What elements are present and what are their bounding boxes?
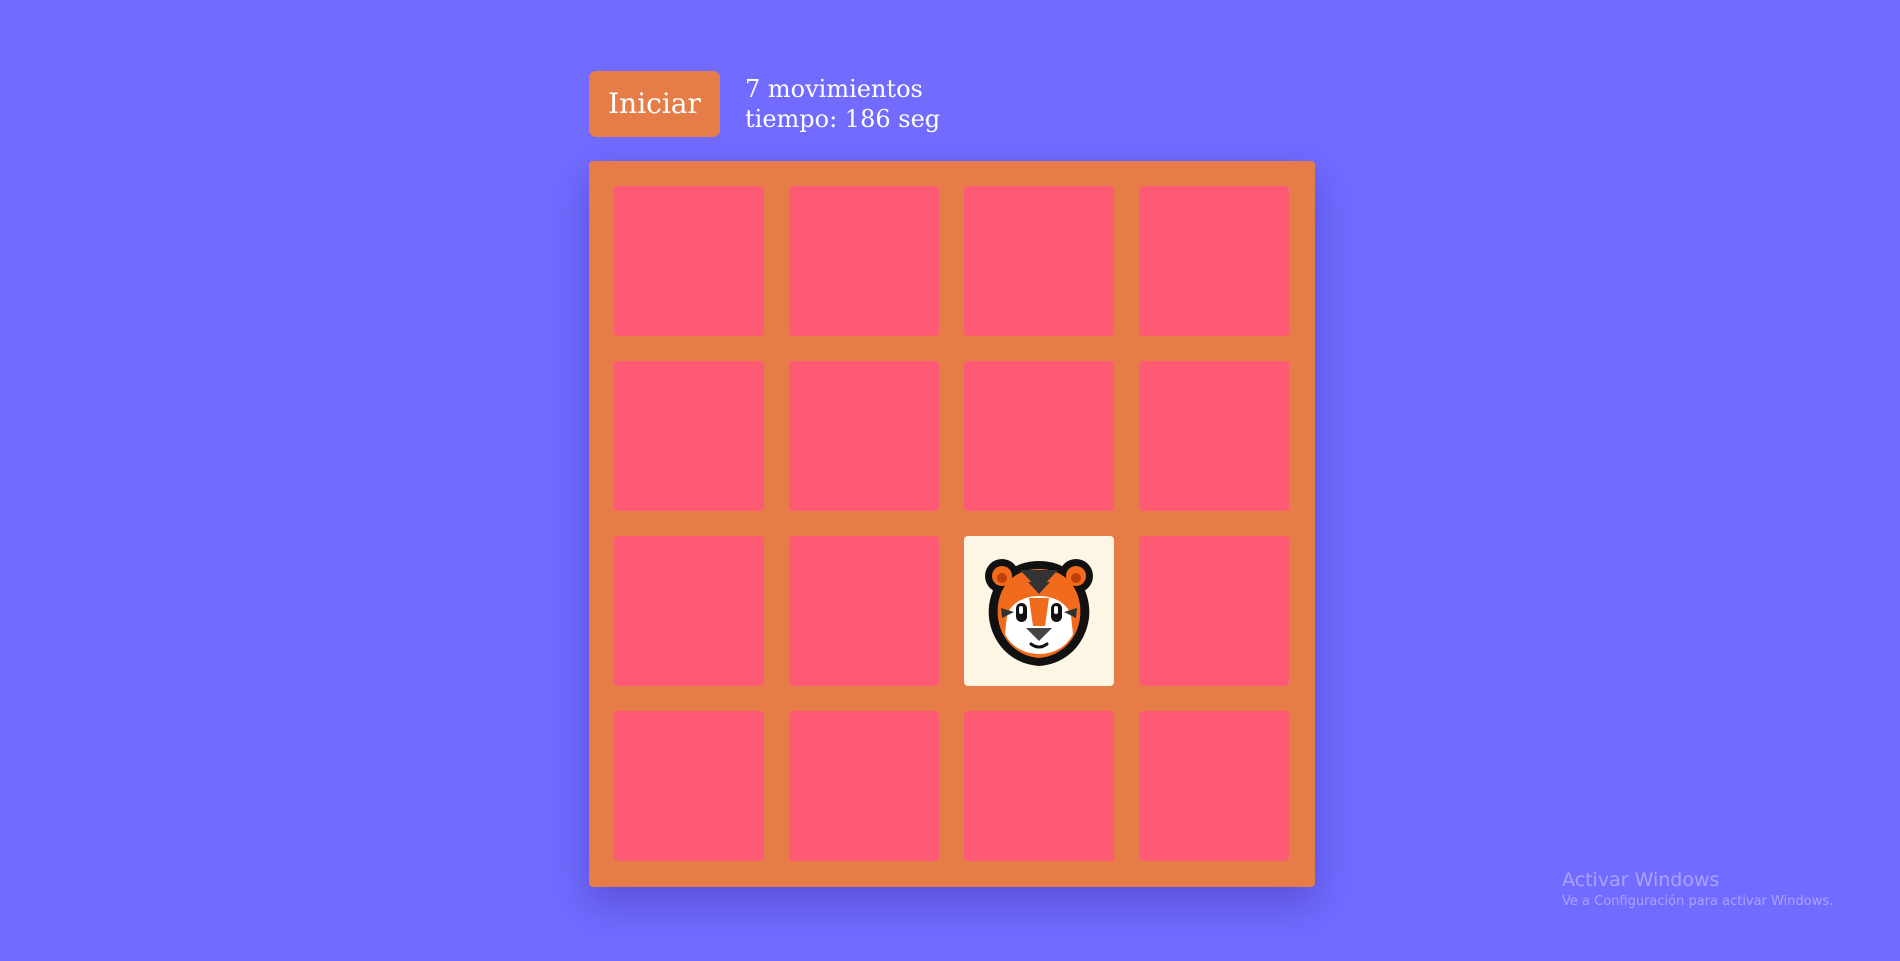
memory-card-r1c4[interactable] xyxy=(1139,186,1289,336)
memory-card-r1c3[interactable] xyxy=(964,186,1114,336)
memory-card-r2c3[interactable] xyxy=(964,361,1114,511)
memory-card-r4c1[interactable] xyxy=(614,711,764,861)
memory-card-r4c2[interactable] xyxy=(789,711,939,861)
moves-counter: 7 movimientos xyxy=(745,75,923,103)
windows-activation-watermark: Activar Windows Ve a Configuración para … xyxy=(1562,868,1833,911)
memory-card-r3c2[interactable] xyxy=(789,536,939,686)
memory-card-r3c3[interactable] xyxy=(964,536,1114,686)
memory-card-r3c4[interactable] xyxy=(1139,536,1289,686)
watermark-subtitle: Ve a Configuración para activar Windows. xyxy=(1562,894,1834,909)
game-header: Iniciar 7 movimientos tiempo: 186 seg xyxy=(589,71,940,137)
start-button[interactable]: Iniciar xyxy=(589,71,720,137)
memory-card-r2c1[interactable] xyxy=(614,361,764,511)
memory-card-r2c4[interactable] xyxy=(1139,361,1289,511)
memory-card-r1c2[interactable] xyxy=(789,186,939,336)
watermark-title: Activar Windows xyxy=(1562,869,1720,891)
tiger-face-icon xyxy=(974,546,1104,676)
memory-card-r4c4[interactable] xyxy=(1139,711,1289,861)
memory-card-r2c2[interactable] xyxy=(789,361,939,511)
memory-card-r1c1[interactable] xyxy=(614,186,764,336)
game-stats: 7 movimientos tiempo: 186 seg xyxy=(745,74,940,134)
memory-card-r3c1[interactable] xyxy=(614,536,764,686)
game-board xyxy=(589,161,1315,887)
timer: tiempo: 186 seg xyxy=(745,105,941,133)
memory-card-r4c3[interactable] xyxy=(964,711,1114,861)
